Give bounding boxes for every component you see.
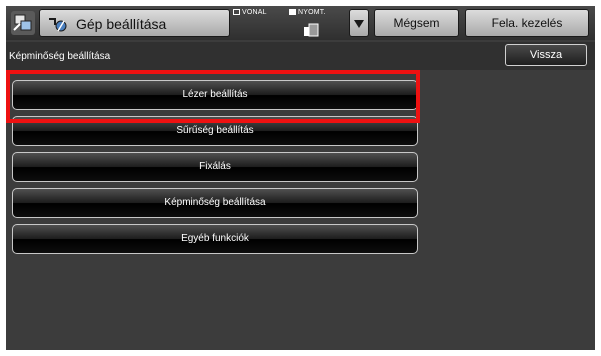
sub-header: Képminőség beállítása Vissza (6, 42, 595, 70)
menu-item-fusing[interactable]: Fixálás (12, 152, 418, 182)
back-button[interactable]: Vissza (505, 44, 587, 66)
line-mode-indicator: VONAL (233, 9, 267, 16)
print-mode-indicator: NYOMT. (289, 9, 326, 16)
top-bar: Gép beállítása VONAL NYOMT. Mégsem Fela.… (6, 6, 595, 40)
section-title: Képminőség beállítása (9, 51, 111, 62)
menu-item-image-quality[interactable]: Képminőség beállítása (12, 188, 418, 218)
mode-dropdown-button[interactable] (349, 9, 369, 37)
triangle-down-icon (354, 20, 364, 28)
checkbox-filled-icon (289, 9, 296, 16)
menu-item-density-adjustment[interactable]: Sűrűség beállítás (12, 116, 418, 146)
title-box: Gép beállítása (39, 9, 230, 37)
line-mode-label: VONAL (242, 9, 267, 16)
cancel-button[interactable]: Mégsem (374, 9, 459, 37)
menu-item-laser-adjustment[interactable]: Lézer beállítás (12, 80, 418, 110)
page-title: Gép beállítása (76, 16, 167, 32)
print-jobs-icon (304, 23, 319, 37)
menu-item-other-functions[interactable]: Egyéb funkciók (12, 224, 418, 254)
print-mode-label: NYOMT. (298, 9, 326, 16)
device-screen: Gép beállítása VONAL NYOMT. Mégsem Fela.… (6, 6, 595, 350)
machine-settings-icon (49, 18, 67, 32)
job-release-button[interactable]: Fela. kezelés (465, 9, 589, 37)
checkbox-empty-icon (233, 9, 240, 16)
settings-app-icon[interactable] (10, 10, 36, 36)
